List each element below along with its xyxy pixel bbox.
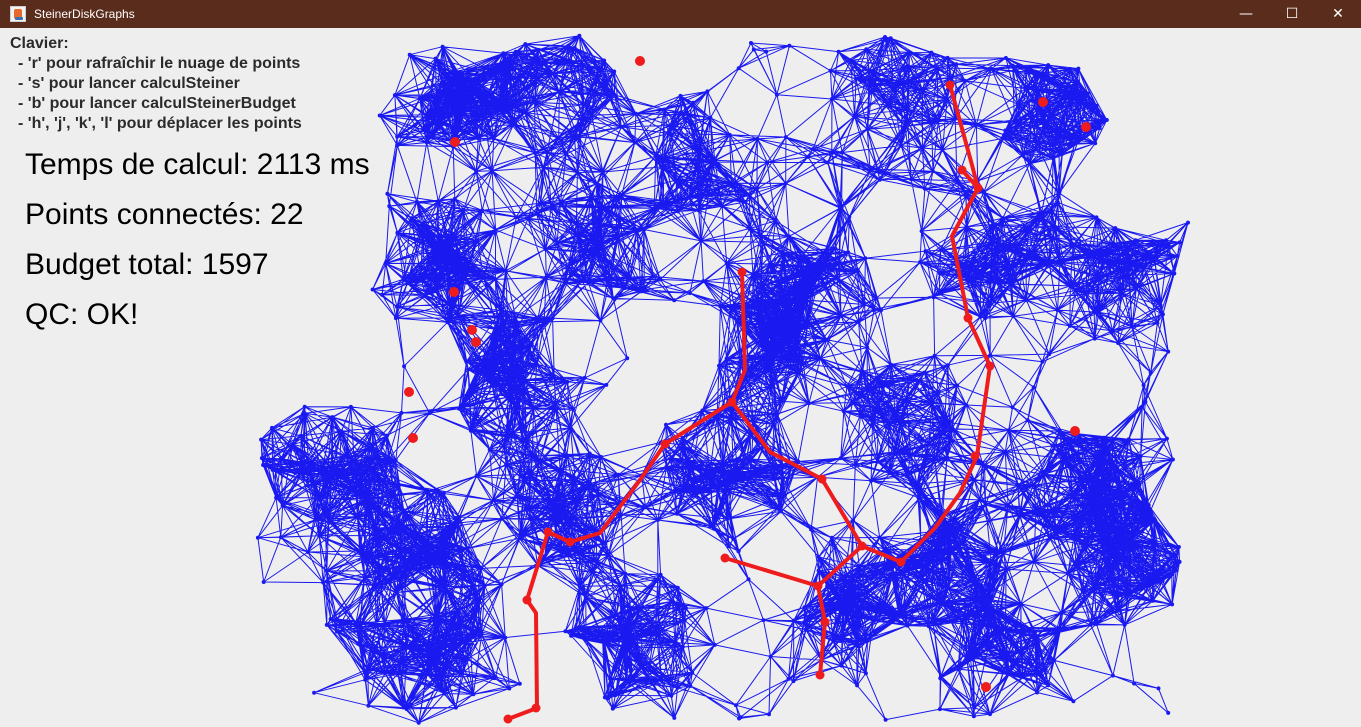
close-button[interactable]: ✕ xyxy=(1315,0,1361,28)
drawing-canvas[interactable]: Clavier: - 'r' pour rafraîchir le nuage … xyxy=(0,28,1361,727)
graph-edges xyxy=(257,35,1189,724)
title-bar[interactable]: SteinerDiskGraphs — ☐ ✕ xyxy=(0,0,1361,28)
disk-graph xyxy=(255,33,1190,725)
window-title: SteinerDiskGraphs xyxy=(34,7,135,21)
window-controls: — ☐ ✕ xyxy=(1223,0,1361,28)
minimize-button[interactable]: — xyxy=(1223,0,1269,28)
maximize-button[interactable]: ☐ xyxy=(1269,0,1315,28)
java-coffee-icon xyxy=(10,6,26,22)
